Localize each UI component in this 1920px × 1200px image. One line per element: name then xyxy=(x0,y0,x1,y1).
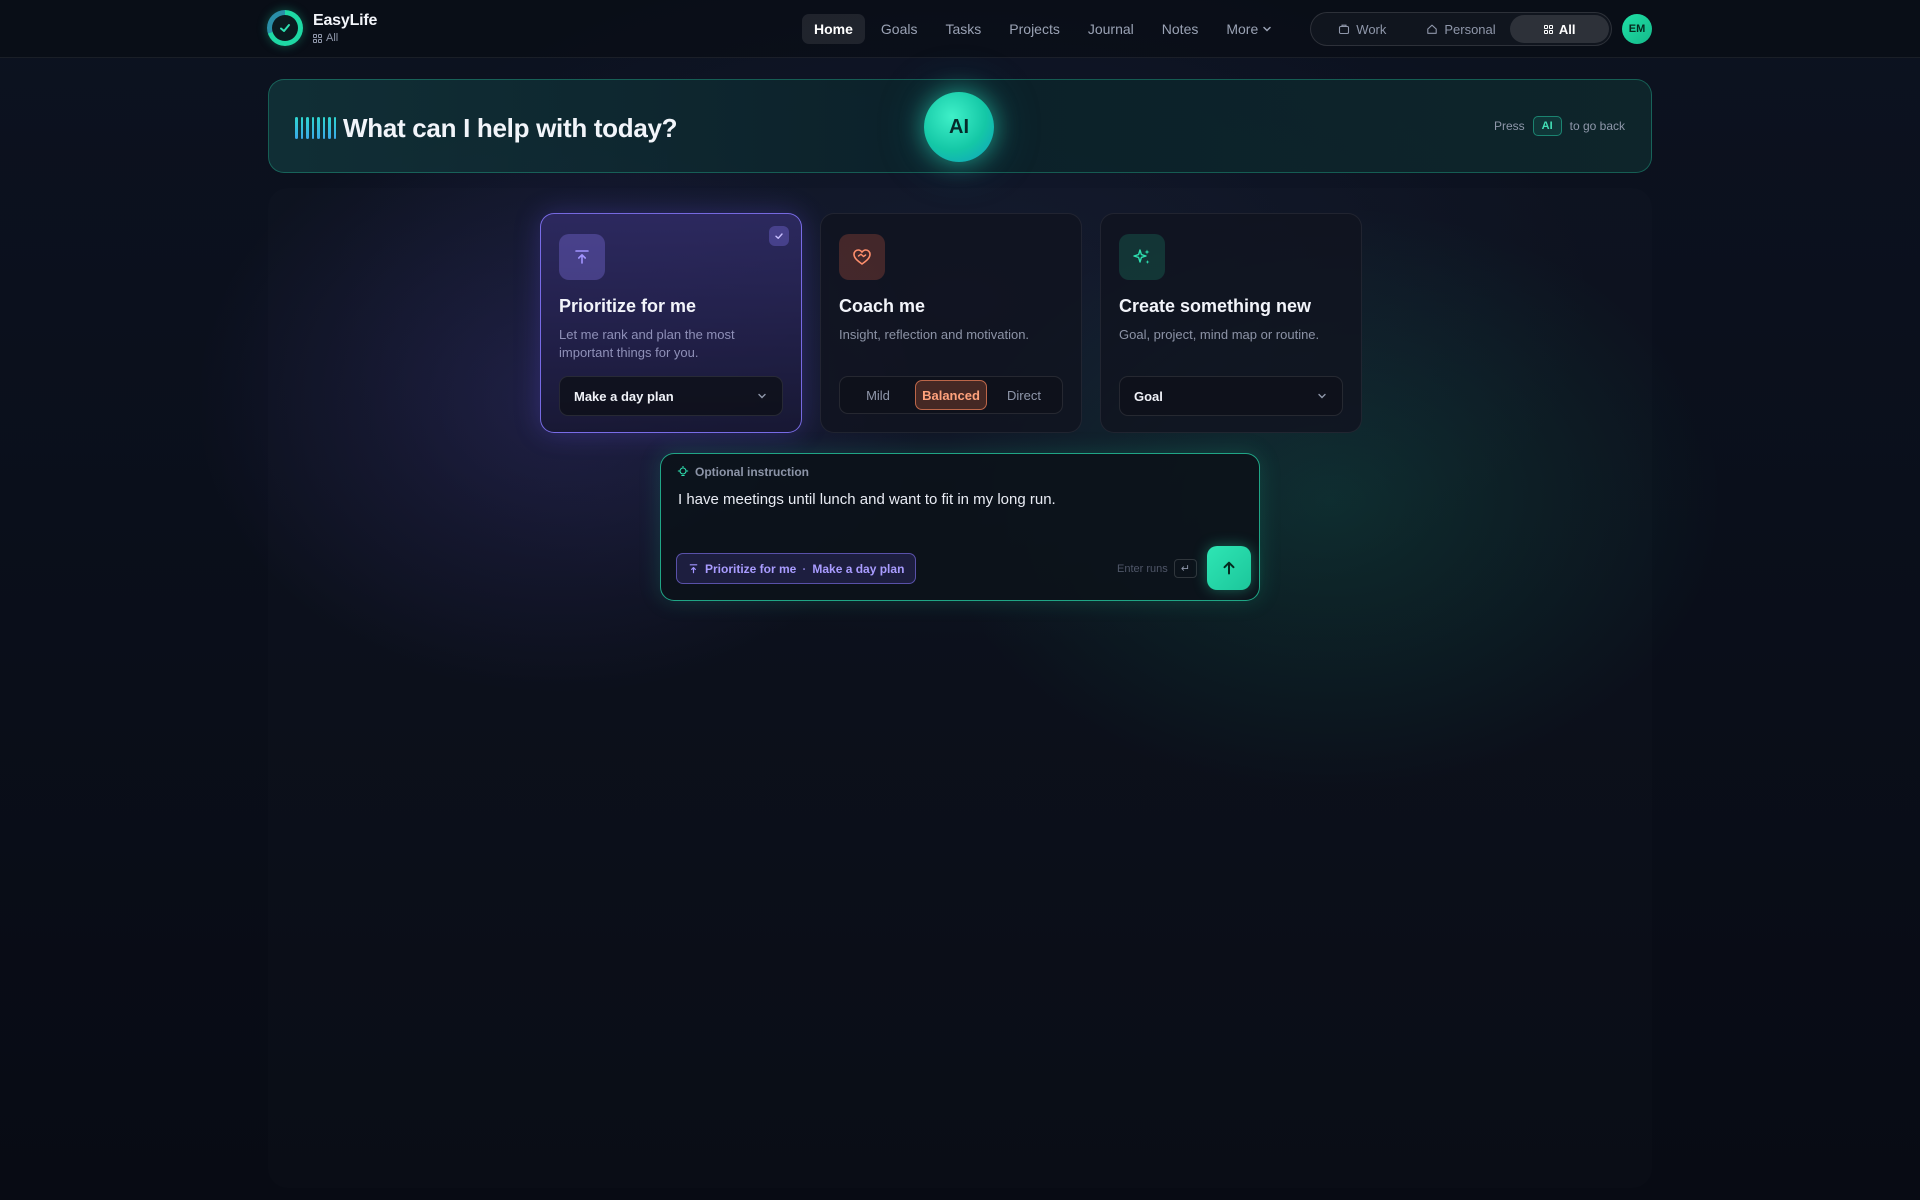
briefcase-icon xyxy=(1339,24,1350,35)
top-navigation-bar: EasyLife All Home Goals Tasks Projects J… xyxy=(0,0,1920,58)
tone-direct[interactable]: Direct xyxy=(989,380,1059,410)
instruction-label-text: Optional instruction xyxy=(695,465,809,479)
nav-projects[interactable]: Projects xyxy=(997,14,1072,44)
enter-key: ↵ xyxy=(1173,559,1197,578)
context-all-label: All xyxy=(1558,21,1576,37)
main-nav: Home Goals Tasks Projects Journal Notes … xyxy=(802,14,1284,44)
user-avatar[interactable]: EM xyxy=(1622,14,1652,44)
brand-scope-label: All xyxy=(326,32,339,44)
context-switcher: Work Personal All xyxy=(1310,12,1612,46)
coach-card[interactable]: Coach me Insight, reflection and motivat… xyxy=(820,213,1082,433)
selected-mode-chip[interactable]: Prioritize for me · Make a day plan xyxy=(676,553,917,584)
hint-suffix: to go back xyxy=(1569,119,1625,133)
app-name: EasyLife xyxy=(313,12,378,29)
context-work-label: Work xyxy=(1356,21,1387,37)
nav-more[interactable]: More xyxy=(1214,14,1284,44)
chevron-down-icon xyxy=(1263,26,1272,32)
create-description: Goal, project, mind map or routine. xyxy=(1119,327,1320,342)
create-type-select[interactable]: Goal xyxy=(1119,376,1343,416)
ai-hero-banner: What can I help with today? AI Press AI … xyxy=(268,79,1652,173)
context-all[interactable]: All xyxy=(1510,15,1610,43)
waveform-icon xyxy=(295,117,336,139)
chevron-down-icon xyxy=(1318,393,1326,399)
chip-separator: · xyxy=(802,561,807,576)
back-shortcut-hint: Press AI to go back xyxy=(1494,116,1625,136)
instruction-box: Optional instruction I have meetings unt… xyxy=(660,453,1260,601)
chip-mode: Prioritize for me xyxy=(705,561,797,576)
context-personal[interactable]: Personal xyxy=(1412,15,1511,43)
instruction-label: Optional instruction xyxy=(677,465,809,479)
ai-orb-button[interactable]: AI xyxy=(924,92,994,162)
coach-description: Insight, reflection and motivation. xyxy=(839,327,1030,342)
enter-hint-text: Enter runs xyxy=(1117,562,1168,575)
app-logo-icon xyxy=(267,10,303,46)
hint-key: AI xyxy=(1532,116,1562,136)
nav-notes[interactable]: Notes xyxy=(1150,14,1211,44)
nav-home[interactable]: Home xyxy=(802,14,865,44)
create-card[interactable]: Create something new Goal, project, mind… xyxy=(1100,213,1362,433)
chevron-down-icon xyxy=(758,393,766,399)
heart-handshake-icon xyxy=(839,234,885,280)
hero-title: What can I help with today? xyxy=(343,113,678,143)
prioritize-card[interactable]: Prioritize for me Let me rank and plan t… xyxy=(540,213,802,433)
prioritize-title: Prioritize for me xyxy=(559,296,697,316)
selected-check-icon xyxy=(769,226,789,246)
create-type-value: Goal xyxy=(1134,388,1163,404)
coach-title: Coach me xyxy=(839,296,926,316)
nav-tasks[interactable]: Tasks xyxy=(933,14,993,44)
chip-action: Make a day plan xyxy=(812,561,905,576)
arrow-up-to-line-icon xyxy=(689,564,698,574)
nav-goals[interactable]: Goals xyxy=(869,14,930,44)
arrow-up-icon xyxy=(1223,561,1235,575)
context-work[interactable]: Work xyxy=(1313,15,1412,43)
coach-tone-selector: Mild Balanced Direct xyxy=(839,376,1063,414)
create-title: Create something new xyxy=(1119,296,1312,316)
tone-mild[interactable]: Mild xyxy=(843,380,913,410)
grid-icon xyxy=(1543,24,1553,34)
context-personal-label: Personal xyxy=(1444,21,1496,37)
grid-icon xyxy=(313,33,322,43)
nav-more-label: More xyxy=(1226,21,1259,37)
hint-prefix: Press xyxy=(1493,119,1525,133)
instruction-input[interactable]: I have meetings until lunch and want to … xyxy=(678,491,1238,508)
brand-scope: All xyxy=(313,32,377,44)
brand[interactable]: EasyLife All xyxy=(267,10,377,46)
home-icon xyxy=(1427,24,1438,34)
send-button[interactable] xyxy=(1207,546,1251,590)
arrow-up-to-line-icon xyxy=(559,234,605,280)
sparkles-icon xyxy=(1119,234,1165,280)
nav-journal[interactable]: Journal xyxy=(1076,14,1146,44)
plan-type-value: Make a day plan xyxy=(574,388,674,404)
lightbulb-icon xyxy=(677,466,689,477)
prioritize-description: Let me rank and plan the most important … xyxy=(559,327,735,360)
plan-type-select[interactable]: Make a day plan xyxy=(559,376,783,416)
enter-hint: Enter runs ↵ xyxy=(1117,559,1197,578)
tone-balanced[interactable]: Balanced xyxy=(915,380,987,410)
